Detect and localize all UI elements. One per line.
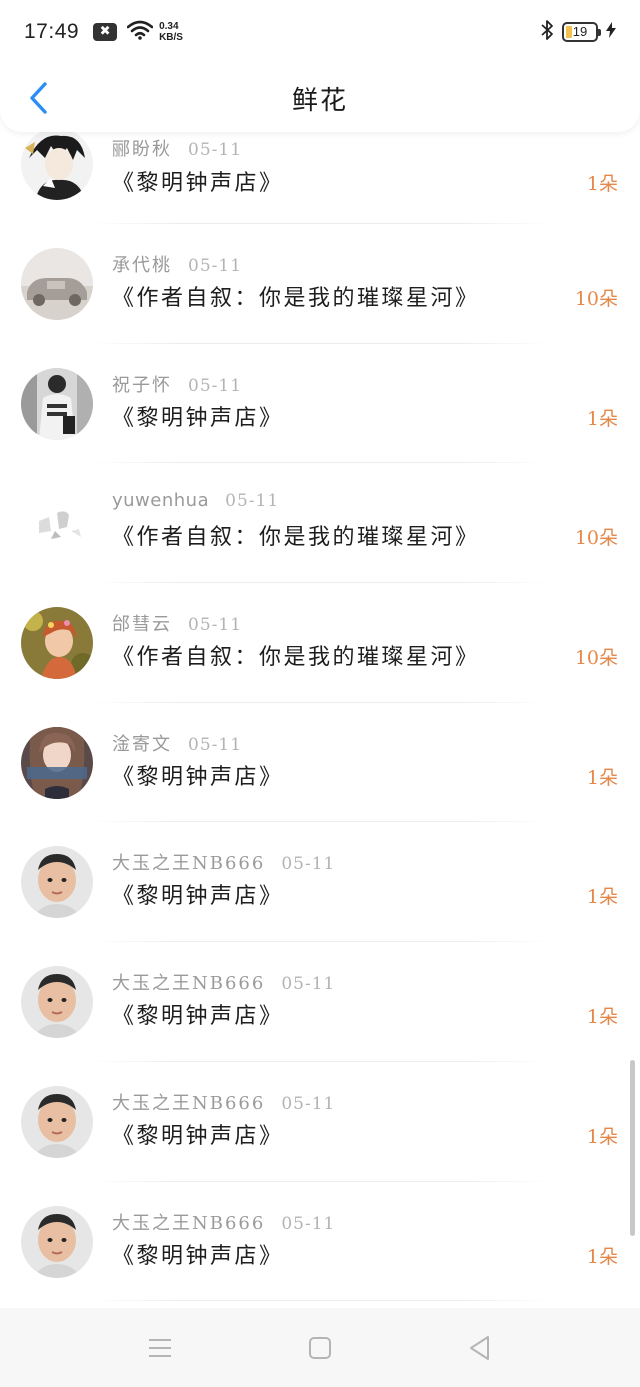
status-bar: 17:49 ✖ 0.34 KB/S 19 bbox=[0, 0, 640, 64]
network-speed-value: 0.34 bbox=[159, 21, 179, 32]
chevron-left-icon bbox=[30, 82, 47, 114]
sender-name: 邰彗云 bbox=[112, 614, 172, 636]
triangle-back-icon bbox=[470, 1335, 489, 1360]
bluetooth-icon bbox=[540, 19, 554, 45]
divider bbox=[90, 1300, 550, 1302]
wifi-icon bbox=[126, 20, 154, 44]
system-nav-bar bbox=[0, 1308, 640, 1387]
flower-count: 1朵 bbox=[586, 766, 618, 789]
home-button[interactable] bbox=[290, 1318, 350, 1378]
sender-name: 淦寄文 bbox=[112, 733, 172, 755]
list-item[interactable]: yuwenhua 05-11 《作者自叙：你是我的璀璨星河》 10朵 bbox=[0, 463, 640, 584]
avatar[interactable] bbox=[21, 846, 93, 919]
list-item[interactable]: 大玉之王NB666 05-11 《黎明钟声店》 1朵 bbox=[0, 1062, 640, 1182]
item-meta-row: 大玉之王NB666 05-11 bbox=[112, 849, 335, 875]
sender-name: 承代桃 bbox=[112, 255, 172, 276]
sender-name: 大玉之王NB666 bbox=[112, 1212, 266, 1234]
list-item[interactable]: 郦盼秋 05-11 《黎明钟声店》 1朵 bbox=[0, 132, 640, 224]
item-meta-row: yuwenhua 05-11 bbox=[112, 490, 279, 511]
book-title[interactable]: 《黎明钟声店》 bbox=[112, 759, 284, 791]
book-title[interactable]: 《作者自叙：你是我的璀璨星河》 bbox=[112, 519, 480, 551]
item-meta-row: 淦寄文 05-11 bbox=[112, 730, 242, 756]
item-meta-row: 大玉之王NB666 05-11 bbox=[112, 969, 335, 995]
top-app-bar: 鲜花 bbox=[0, 64, 640, 132]
book-title[interactable]: 《黎明钟声店》 bbox=[112, 165, 284, 197]
flower-gift-list[interactable]: 郦盼秋 05-11 《黎明钟声店》 1朵 承代桃 05-11 《作者自叙：你是我… bbox=[0, 132, 640, 1308]
list-item[interactable]: 大玉之王NB666 05-11 《黎明钟声店》 1朵 bbox=[0, 822, 640, 943]
scrollbar[interactable] bbox=[630, 1060, 635, 1236]
book-title[interactable]: 《作者自叙：你是我的璀璨星河》 bbox=[112, 639, 480, 671]
gift-date: 05-11 bbox=[281, 1213, 336, 1234]
gift-date: 05-11 bbox=[281, 1093, 336, 1114]
sender-name: 大玉之王NB666 bbox=[112, 973, 266, 995]
battery-icon: 19 bbox=[562, 22, 601, 42]
book-title[interactable]: 《黎明钟声店》 bbox=[112, 1118, 284, 1150]
flower-count: 10朵 bbox=[574, 288, 618, 310]
sender-name: yuwenhua bbox=[112, 490, 210, 512]
charging-icon bbox=[606, 22, 616, 42]
list-item[interactable]: 祝子怀 05-11 《黎明钟声店》 1朵 bbox=[0, 344, 640, 464]
network-speed-unit: KB/S bbox=[159, 32, 183, 43]
gift-date: 05-11 bbox=[188, 375, 243, 396]
flower-count: 1朵 bbox=[586, 1245, 618, 1268]
system-back-button[interactable] bbox=[450, 1318, 510, 1378]
avatar[interactable] bbox=[21, 248, 93, 320]
avatar[interactable] bbox=[21, 726, 93, 799]
flower-count: 1朵 bbox=[586, 886, 618, 909]
item-meta-row: 郦盼秋 05-11 bbox=[112, 135, 242, 161]
avatar[interactable] bbox=[21, 1205, 93, 1278]
battery-level: 19 bbox=[572, 24, 588, 39]
page-title: 鲜花 bbox=[291, 85, 348, 116]
gift-date: 05-11 bbox=[281, 974, 336, 995]
network-speed: 0.34 KB/S bbox=[159, 21, 183, 43]
gift-date: 05-11 bbox=[225, 491, 280, 512]
sender-name: 祝子怀 bbox=[112, 374, 172, 396]
gift-date: 05-11 bbox=[281, 854, 336, 875]
gift-date: 05-11 bbox=[188, 256, 243, 276]
item-meta-row: 大玉之王NB666 05-11 bbox=[112, 1209, 335, 1235]
gift-date: 05-11 bbox=[188, 615, 243, 636]
square-home-icon bbox=[309, 1336, 331, 1359]
flower-count: 10朵 bbox=[574, 527, 618, 550]
avatar[interactable] bbox=[21, 1085, 93, 1158]
flower-count: 10朵 bbox=[574, 647, 618, 670]
sender-name: 郦盼秋 bbox=[112, 139, 172, 160]
flower-count: 1朵 bbox=[586, 1006, 618, 1029]
status-right-group: 19 bbox=[540, 19, 616, 45]
gift-date: 05-11 bbox=[188, 734, 243, 755]
list-item[interactable]: 大玉之王NB666 05-11 《黎明钟声店》 1朵 bbox=[0, 1182, 640, 1302]
sender-name: 大玉之王NB666 bbox=[112, 853, 266, 875]
book-title[interactable]: 《黎明钟声店》 bbox=[112, 400, 284, 432]
avatar[interactable] bbox=[21, 966, 93, 1039]
item-meta-row: 邰彗云 05-11 bbox=[112, 610, 242, 636]
gift-date: 05-11 bbox=[188, 140, 243, 160]
notification-close-icon: ✖ bbox=[93, 23, 118, 41]
menu-icon bbox=[149, 1338, 171, 1357]
status-time: 17:49 bbox=[24, 20, 80, 43]
item-meta-row: 大玉之王NB666 05-11 bbox=[112, 1089, 335, 1115]
book-title[interactable]: 《作者自叙：你是我的璀璨星河》 bbox=[112, 280, 480, 312]
flower-count: 1朵 bbox=[586, 407, 618, 430]
book-title[interactable]: 《黎明钟声店》 bbox=[112, 1238, 284, 1270]
recent-apps-button[interactable] bbox=[130, 1318, 190, 1378]
avatar[interactable] bbox=[21, 367, 93, 440]
item-meta-row: 承代桃 05-11 bbox=[112, 251, 242, 277]
item-meta-row: 祝子怀 05-11 bbox=[112, 371, 242, 397]
avatar[interactable] bbox=[21, 132, 93, 200]
flower-count: 1朵 bbox=[586, 1125, 618, 1148]
avatar[interactable] bbox=[21, 487, 93, 560]
list-item[interactable]: 大玉之王NB666 05-11 《黎明钟声店》 1朵 bbox=[0, 942, 640, 1062]
back-button[interactable] bbox=[18, 78, 58, 118]
book-title[interactable]: 《黎明钟声店》 bbox=[112, 878, 284, 910]
book-title[interactable]: 《黎明钟声店》 bbox=[112, 998, 284, 1030]
sender-name: 大玉之王NB666 bbox=[112, 1092, 266, 1114]
list-item[interactable]: 邰彗云 05-11 《作者自叙：你是我的璀璨星河》 10朵 bbox=[0, 583, 640, 703]
flower-count: 1朵 bbox=[586, 173, 618, 195]
avatar[interactable] bbox=[21, 607, 93, 680]
list-item[interactable]: 承代桃 05-11 《作者自叙：你是我的璀璨星河》 10朵 bbox=[0, 224, 640, 344]
list-item[interactable]: 淦寄文 05-11 《黎明钟声店》 1朵 bbox=[0, 703, 640, 823]
